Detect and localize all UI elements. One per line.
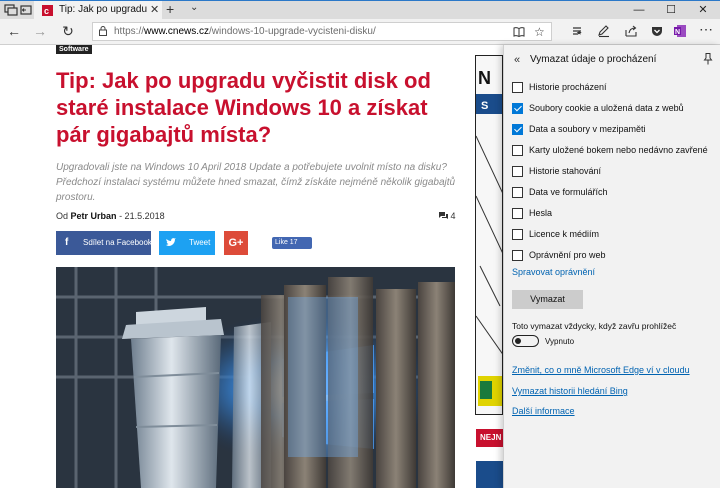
clear-option-label: Historie stahování: [529, 166, 602, 176]
article-perex: Upgradovali jste na Windows 10 April 201…: [56, 162, 456, 203]
clear-option-label: Data a soubory v mezipaměti: [529, 124, 646, 134]
share-twitter-label: Tweet: [189, 238, 211, 247]
clear-option-label: Historie procházení: [529, 82, 607, 92]
author-link[interactable]: Petr Urban: [71, 211, 117, 221]
article-headline: Tip: Jak po upgradu vyčistit disk od sta…: [56, 68, 431, 147]
clear-button[interactable]: Vymazat: [512, 290, 583, 309]
favorite-star-icon[interactable]: ☆: [534, 25, 545, 39]
web-note-icon[interactable]: [597, 24, 611, 38]
svg-text:N: N: [675, 29, 680, 36]
favorites-hub-icon[interactable]: [570, 24, 584, 38]
panel-back-button[interactable]: «: [514, 54, 520, 66]
share-facebook-button[interactable]: f Sdílet na Facebooku: [56, 231, 156, 255]
share-icon[interactable]: [624, 24, 638, 38]
refresh-button[interactable]: ↻: [58, 23, 78, 40]
url-text: https://www.cnews.cz/windows-10-upgrade-…: [114, 26, 376, 37]
navigation-bar: ← → ↻ https://www.cnews.cz/windows-10-up…: [0, 19, 720, 45]
minimize-button[interactable]: —: [624, 1, 654, 20]
clear-option-checkbox[interactable]: [512, 166, 523, 177]
clear-option-row[interactable]: Oprávnění pro web: [512, 248, 717, 264]
clear-option-row[interactable]: Historie procházení: [512, 80, 717, 96]
facebook-icon: f: [65, 237, 69, 248]
clear-option-label: Soubory cookie a uložená data z webů: [529, 103, 684, 113]
forward-button[interactable]: →: [30, 23, 50, 39]
microsoft-cloud-link[interactable]: Změnit, co o mně Microsoft Edge ví v clo…: [512, 365, 690, 375]
more-menu-icon[interactable]: ⋯: [696, 21, 716, 38]
toggle-state-label: Vypnuto: [545, 337, 575, 346]
share-facebook-label: Sdílet na Facebooku: [83, 238, 157, 247]
clear-option-checkbox[interactable]: [512, 187, 523, 198]
clear-option-checkbox[interactable]: [512, 229, 523, 240]
comment-count[interactable]: 4: [439, 211, 456, 221]
clear-option-label: Karty uložené bokem nebo nedávno zavřené: [529, 145, 708, 155]
related-articles-label: NEJN: [476, 429, 504, 447]
clear-option-label: Data ve formulářích: [529, 187, 608, 197]
clear-browsing-data-panel: « Vymazat údaje o procházení Historie pr…: [503, 45, 720, 488]
clear-option-checkbox[interactable]: [512, 145, 523, 156]
comments-icon: [439, 212, 448, 219]
pin-panel-icon[interactable]: [703, 53, 713, 65]
always-clear-toggle[interactable]: [512, 335, 539, 347]
svg-text:S: S: [481, 100, 488, 112]
onenote-extension-icon[interactable]: N: [673, 24, 687, 38]
tab-list-chevron-icon[interactable]: ⌄: [190, 2, 198, 13]
article-byline: Od Petr Urban - 21.5.2018: [56, 211, 165, 221]
pocket-extension-icon[interactable]: [650, 24, 664, 38]
lock-icon: [99, 26, 107, 36]
clear-option-label: Oprávnění pro web: [529, 250, 606, 260]
tab-preview-icon[interactable]: [4, 4, 18, 16]
reading-view-icon[interactable]: [513, 26, 525, 38]
clear-option-row[interactable]: Historie stahování: [512, 164, 717, 180]
set-aside-tabs-icon[interactable]: [19, 4, 33, 16]
url-host: www.cnews.cz: [144, 26, 210, 37]
clear-bing-history-link[interactable]: Vymazat historii hledání Bing: [512, 386, 628, 396]
clear-option-row[interactable]: Karty uložené bokem nebo nedávno zavřené: [512, 143, 717, 159]
advertisement-image: N S: [476, 68, 502, 406]
comment-count-value: 4: [450, 211, 456, 221]
clear-option-row[interactable]: Licence k médiím: [512, 227, 717, 243]
clear-option-label: Licence k médiím: [529, 229, 600, 239]
close-window-button[interactable]: ✕: [688, 1, 718, 20]
clear-option-checkbox[interactable]: [512, 103, 523, 114]
address-bar[interactable]: https://www.cnews.cz/windows-10-upgrade-…: [92, 22, 552, 41]
more-info-link[interactable]: Další informace: [512, 406, 575, 416]
article-hero-image: [56, 267, 455, 488]
byline-prefix: Od: [56, 211, 69, 221]
clear-option-checkbox[interactable]: [512, 124, 523, 135]
clear-option-row[interactable]: Data ve formulářích: [512, 185, 717, 201]
share-gplus-button[interactable]: G+: [224, 231, 248, 255]
manage-permissions-link[interactable]: Spravovat oprávnění: [512, 267, 595, 277]
category-badge[interactable]: Software: [56, 45, 92, 54]
tab-close-icon[interactable]: ✕: [150, 3, 159, 16]
browser-tab[interactable]: c Tip: Jak po upgradu vyč ✕: [34, 1, 162, 20]
clear-option-checkbox[interactable]: [512, 82, 523, 93]
article-date: - 21.5.2018: [119, 211, 165, 221]
twitter-bird-icon: [166, 238, 176, 246]
clear-option-row[interactable]: Soubory cookie a uložená data z webů: [512, 101, 717, 117]
url-path: /windows-10-upgrade-vycisteni-disku/: [209, 26, 376, 37]
new-tab-button[interactable]: +: [166, 1, 174, 17]
clear-option-row[interactable]: Hesla: [512, 206, 717, 222]
clear-option-checkbox[interactable]: [512, 250, 523, 261]
clear-option-label: Hesla: [529, 208, 553, 218]
title-bar: c Tip: Jak po upgradu vyč ✕ + ⌄ — ☐ ✕: [0, 0, 720, 20]
like-label: Like 17: [275, 239, 298, 246]
share-twitter-button[interactable]: Tweet: [159, 231, 215, 255]
clear-option-checkbox[interactable]: [512, 208, 523, 219]
svg-text:N: N: [478, 68, 491, 88]
back-button[interactable]: ←: [4, 23, 24, 39]
svg-text:c: c: [44, 6, 49, 16]
facebook-like-button[interactable]: Like 17: [272, 237, 312, 249]
always-clear-label: Toto vymazat vždycky, když zavřu prohlíž…: [512, 321, 677, 331]
maximize-button[interactable]: ☐: [656, 1, 686, 20]
clear-option-row[interactable]: Data a soubory v mezipaměti: [512, 122, 717, 138]
tab-title: Tip: Jak po upgradu vyč: [59, 4, 147, 15]
panel-title: Vymazat údaje o procházení: [530, 54, 657, 65]
sidebar-thumbnail[interactable]: [476, 461, 504, 488]
sidebar-advertisement[interactable]: N S: [475, 55, 503, 415]
cnews-favicon-icon: c: [42, 5, 53, 16]
